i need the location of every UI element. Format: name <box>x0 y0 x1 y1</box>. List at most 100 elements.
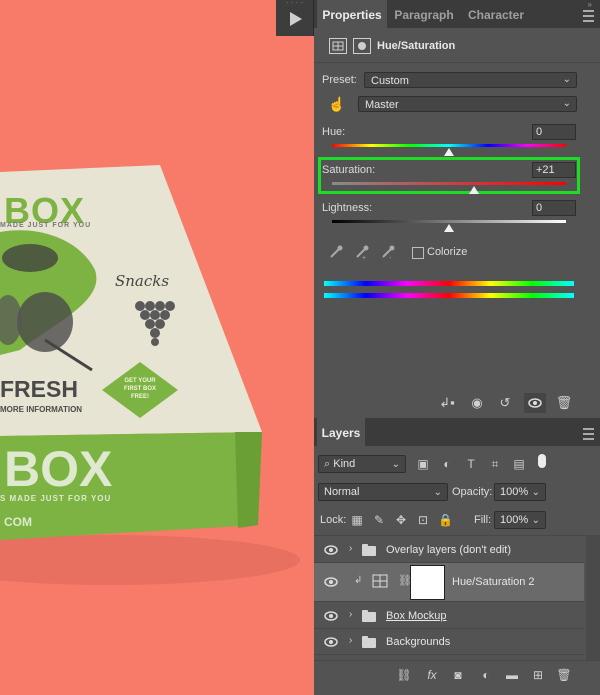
shape-filter-icon[interactable]: ⌗ <box>488 457 502 471</box>
divider <box>314 660 600 661</box>
lock-position-icon[interactable]: ✥ <box>394 513 408 527</box>
layer-row[interactable]: › Overlay layers (don't edit) <box>314 537 584 563</box>
clipping-arrow-icon: ↲ <box>354 575 363 586</box>
layers-scrollbar[interactable] <box>586 535 600 660</box>
visibility-eye-icon[interactable] <box>324 637 338 647</box>
new-group-icon[interactable]: ▬ <box>504 667 520 683</box>
layer-row[interactable]: › Backgrounds <box>314 629 584 655</box>
toggle-visibility-icon[interactable] <box>524 393 546 413</box>
fill-input[interactable]: 100% ⌄ <box>494 511 546 529</box>
smart-object-filter-icon[interactable]: ▤ <box>512 457 526 471</box>
view-previous-state-icon[interactable]: ◉ <box>466 393 488 413</box>
chevron-down-icon: ⌄ <box>562 98 571 109</box>
canvas-area[interactable]: BOX MADE JUST FOR YOU Snacks FRESH MORE … <box>0 0 312 695</box>
opacity-value: 100% <box>500 486 529 498</box>
channel-select[interactable]: Master ⌄ <box>358 96 577 112</box>
lock-label: Lock: <box>320 514 347 526</box>
tab-properties[interactable]: Properties <box>317 0 387 28</box>
divider <box>314 535 600 536</box>
panel-menu-icon[interactable] <box>583 10 594 22</box>
visibility-eye-icon[interactable] <box>324 545 338 555</box>
folder-icon <box>362 636 376 648</box>
expand-caret-icon[interactable]: › <box>349 543 352 554</box>
layer-row-selected[interactable]: ↲ ⛓ Hue/Saturation 2 <box>314 563 584 602</box>
blend-mode-select[interactable]: Normal ⌄ <box>318 483 448 501</box>
collapse-icon[interactable]: » <box>588 0 592 9</box>
expand-caret-icon[interactable]: › <box>349 635 352 646</box>
layers-menu-icon[interactable] <box>583 428 594 440</box>
properties-tabbar: Properties Paragraph Character » <box>314 0 600 28</box>
tab-layers[interactable]: Layers <box>317 418 365 446</box>
saturation-slider-thumb[interactable] <box>468 186 479 194</box>
saturation-label: Saturation: <box>322 164 376 176</box>
delete-icon[interactable]: 🗑 <box>553 393 575 413</box>
visibility-eye-icon[interactable] <box>324 577 338 587</box>
clip-to-layer-icon[interactable]: ↲▪ <box>436 393 458 413</box>
adjustment-title: Hue/Saturation <box>377 40 456 52</box>
visibility-eye-icon[interactable] <box>324 611 338 621</box>
layer-filter-select[interactable]: ⌕ Kind ⌄ <box>318 455 406 473</box>
lightness-slider-thumb[interactable] <box>444 224 454 232</box>
saturation-slider-track[interactable] <box>332 182 566 185</box>
chevron-down-icon: ⌄ <box>391 459 400 470</box>
fx-icon[interactable]: fx <box>424 667 440 683</box>
new-layer-icon[interactable]: ⊞ <box>530 667 546 683</box>
hue-slider-thumb[interactable] <box>444 148 454 156</box>
fill-value: 100% <box>500 514 529 526</box>
layer-name: Backgrounds <box>386 636 451 648</box>
lightness-slider-track[interactable] <box>332 220 566 223</box>
divider <box>314 62 600 63</box>
search-icon: ⌕ <box>324 458 331 470</box>
targeted-adjustment-hand-icon[interactable]: ☝ <box>328 96 345 112</box>
eyedropper-subtract-icon[interactable]: - <box>380 244 396 262</box>
expand-caret-icon[interactable]: › <box>349 609 352 620</box>
filter-toggle-icon[interactable] <box>538 454 546 468</box>
colorize-checkbox[interactable] <box>412 247 424 259</box>
lock-image-icon[interactable]: ✎ <box>372 513 386 527</box>
layer-name: Box Mockup <box>386 610 447 622</box>
tab-paragraph[interactable]: Paragraph <box>388 0 460 28</box>
delete-layer-icon[interactable]: 🗑 <box>556 667 572 683</box>
badge-line-3: FREE! <box>131 394 149 400</box>
type-filter-icon[interactable]: T <box>464 457 478 471</box>
lightness-input[interactable]: 0 <box>532 200 576 216</box>
preset-value: Custom <box>371 75 409 87</box>
adjustment-thumbnail-icon <box>372 574 388 588</box>
opacity-label: Opacity: <box>452 486 493 498</box>
link-layers-icon[interactable]: ⛓ <box>396 667 412 683</box>
colorize-label: Colorize <box>427 246 468 258</box>
preset-label: Preset: <box>322 74 357 86</box>
layer-filter-value: Kind <box>333 458 356 470</box>
pixel-filter-icon[interactable]: ▣ <box>416 457 430 471</box>
opacity-input[interactable]: 100% ⌄ <box>494 483 546 501</box>
blend-mode-value: Normal <box>324 486 360 498</box>
mask-circle-icon <box>358 42 366 50</box>
adjustment-filter-icon[interactable]: ◐ <box>440 457 454 471</box>
add-mask-icon[interactable]: ◙ <box>450 667 466 683</box>
grip-icon[interactable]: · · · · <box>276 0 313 8</box>
lock-all-icon[interactable]: 🔒 <box>438 513 453 527</box>
adjustment-layer-icon[interactable] <box>329 38 347 54</box>
eyedropper-icon[interactable] <box>328 244 344 260</box>
result-spectrum-bar <box>324 293 574 298</box>
preset-select[interactable]: Custom ⌄ <box>364 72 577 88</box>
chevron-down-icon: ⌄ <box>531 515 540 526</box>
hue-input[interactable]: 0 <box>532 124 576 140</box>
mask-icon[interactable] <box>353 38 371 54</box>
box-snacks-label: Snacks <box>115 272 170 290</box>
tab-character[interactable]: Character <box>460 0 532 28</box>
lightness-label: Lightness: <box>322 202 373 214</box>
lock-artboard-icon[interactable]: ⊡ <box>416 513 430 527</box>
layer-row[interactable]: › Box Mockup <box>314 603 584 629</box>
hue-slider-track[interactable] <box>332 144 566 147</box>
new-adjustment-layer-icon[interactable]: ◐ <box>478 667 494 683</box>
layer-name: Overlay layers (don't edit) <box>386 544 511 556</box>
folder-icon <box>362 544 376 556</box>
lock-transparent-icon[interactable]: ▦ <box>350 513 364 527</box>
layer-mask-thumbnail[interactable] <box>410 565 445 600</box>
reset-icon[interactable]: ↺ <box>494 393 516 413</box>
saturation-input[interactable]: +21 <box>532 162 576 178</box>
eyedropper-add-icon[interactable]: + <box>354 244 370 262</box>
play-icon[interactable] <box>290 12 302 26</box>
badge-line-1: GET YOUR <box>124 378 156 384</box>
